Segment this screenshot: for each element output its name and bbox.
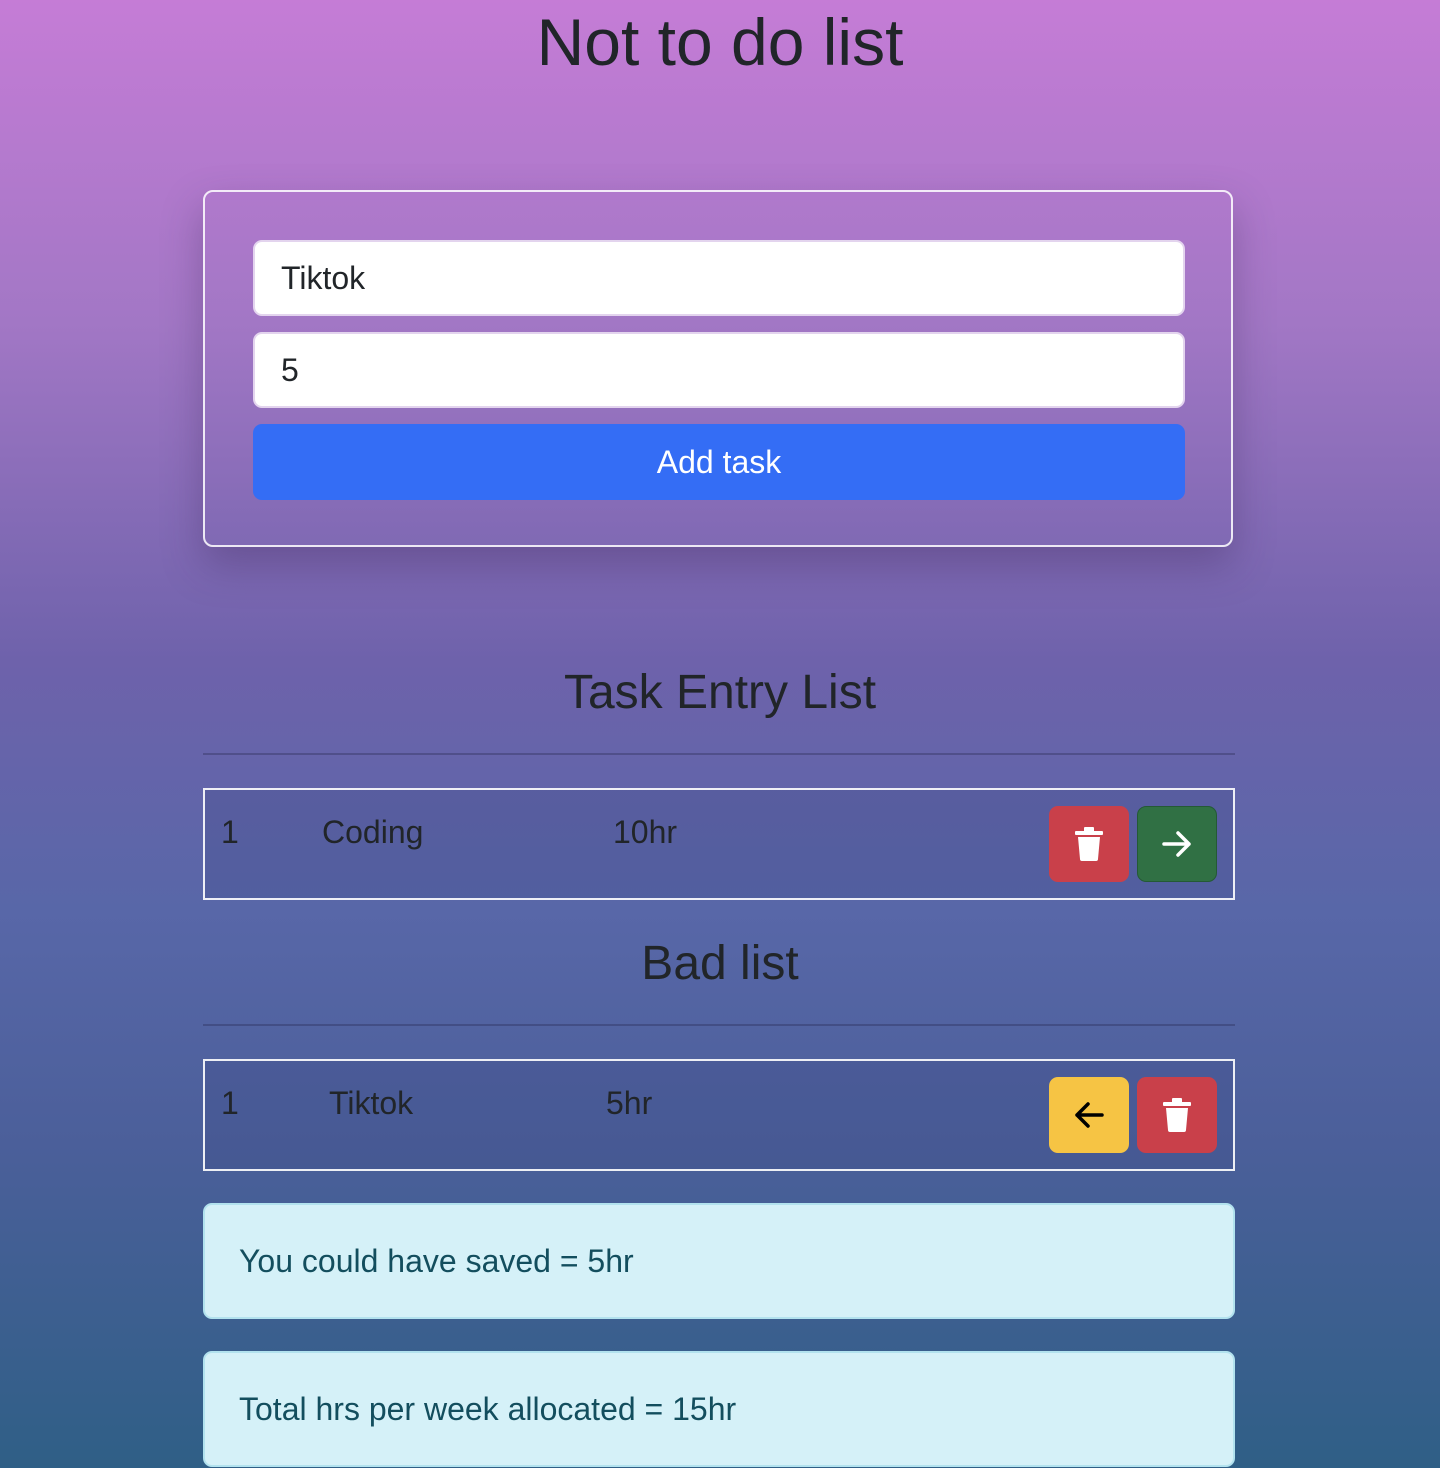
row-index: 1	[221, 1085, 239, 1121]
task-entry-divider	[203, 753, 1235, 755]
total-hours-alert: Total hrs per week allocated = 15hr	[203, 1351, 1235, 1467]
add-task-button[interactable]: Add task	[253, 424, 1185, 500]
bad-list-heading: Bad list	[641, 937, 799, 990]
arrow-right-icon	[1162, 831, 1191, 857]
trash-icon	[1075, 827, 1103, 861]
move-to-task-list-button[interactable]	[1049, 1077, 1129, 1153]
row-task-hours: 5hr	[606, 1085, 653, 1121]
delete-bad-task-button[interactable]	[1137, 1077, 1217, 1153]
move-to-bad-list-button[interactable]	[1137, 806, 1217, 882]
row-index: 1	[221, 814, 239, 850]
row-task-hours: 10hr	[613, 814, 678, 850]
hours-input[interactable]	[253, 332, 1185, 408]
task-input[interactable]	[253, 240, 1185, 316]
bad-list-divider	[203, 1024, 1235, 1026]
saved-hours-alert: You could have saved = 5hr	[203, 1203, 1235, 1319]
row-task-name: Coding	[322, 814, 424, 850]
bad-list-row: 1 Tiktok 5hr	[203, 1059, 1235, 1171]
row-task-name: Tiktok	[329, 1085, 414, 1121]
task-entry-heading: Task Entry List	[563, 666, 877, 719]
saved-hours-text: You could have saved = 5hr	[239, 1242, 634, 1279]
total-hours-text: Total hrs per week allocated = 15hr	[239, 1390, 737, 1427]
task-entry-row: 1 Coding 10hr	[203, 788, 1235, 900]
arrow-left-icon	[1075, 1102, 1104, 1128]
page-title: Not to do list	[536, 5, 904, 79]
delete-task-button[interactable]	[1049, 806, 1129, 882]
trash-icon	[1163, 1098, 1191, 1132]
task-form-card: Add task	[203, 190, 1233, 547]
